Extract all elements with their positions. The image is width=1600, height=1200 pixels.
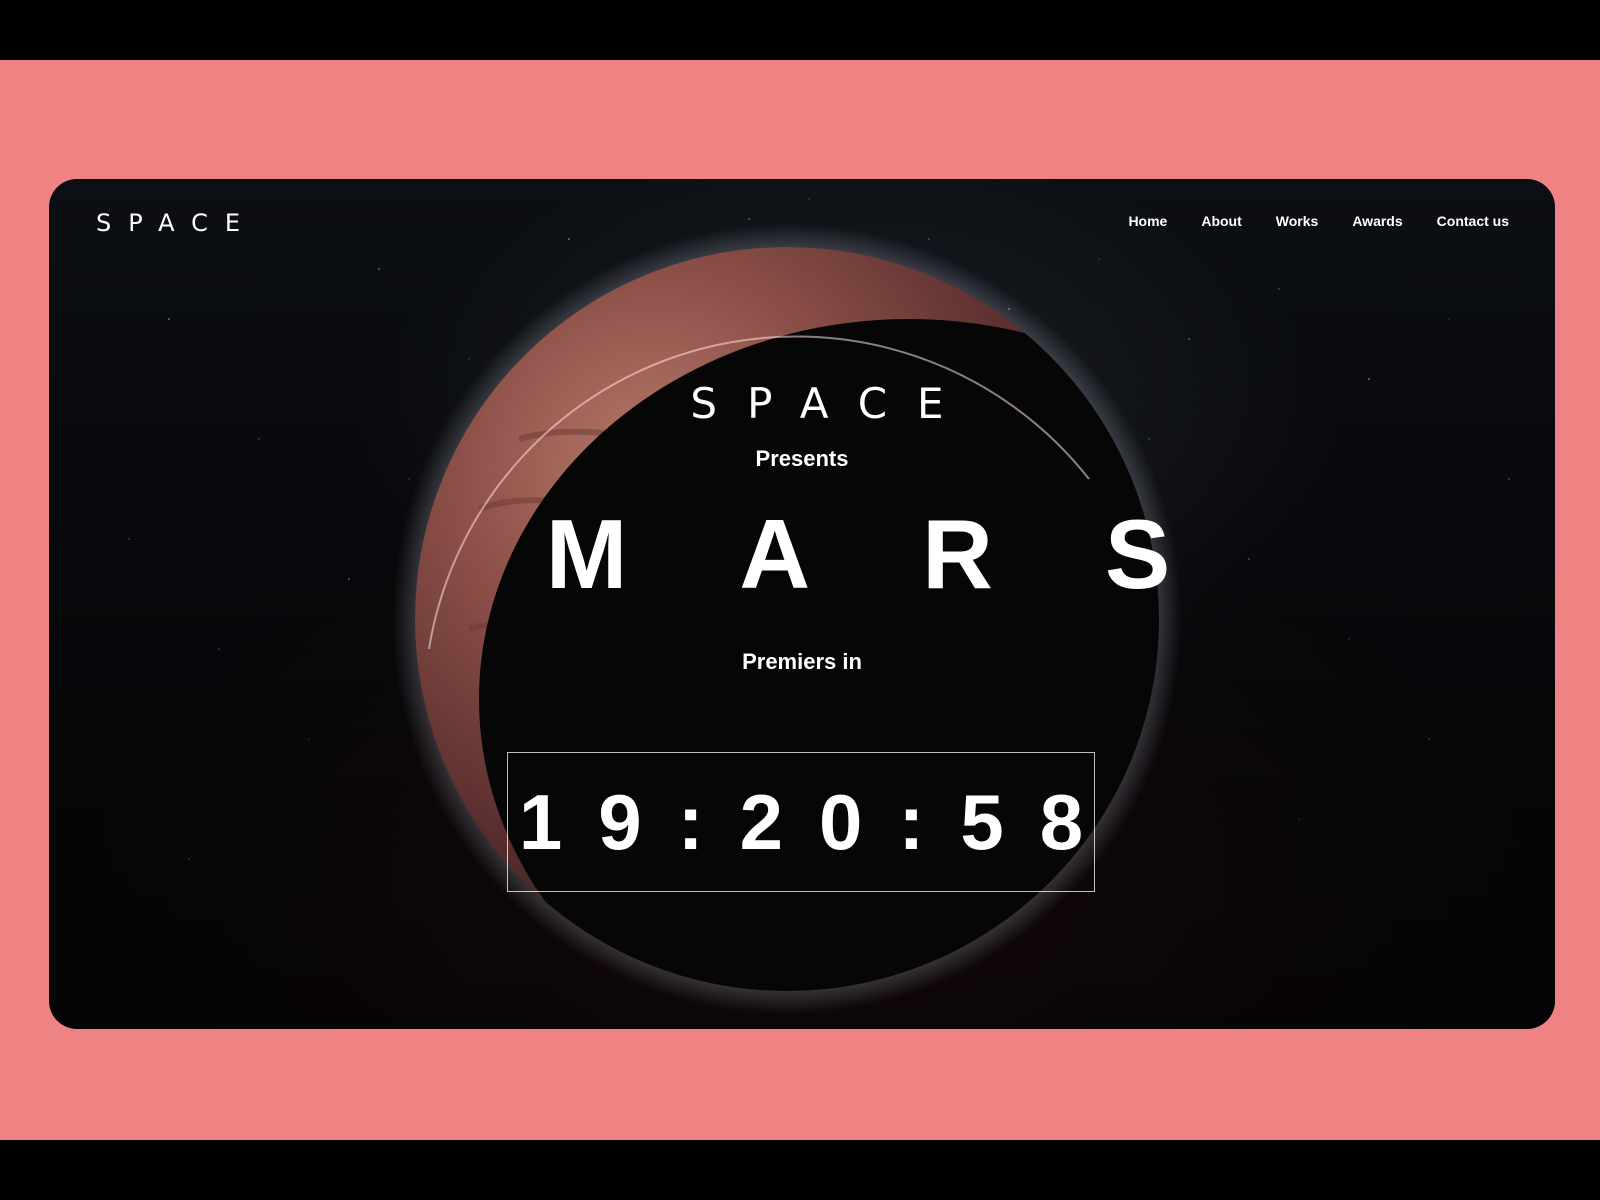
browser-window: SPACE Home About Works Awards Contact us… (49, 179, 1555, 1029)
letterbox-top (0, 0, 1600, 60)
hero-presents: Presents (755, 446, 849, 471)
nav-awards[interactable]: Awards (1352, 213, 1402, 229)
letterbox-bottom (0, 1140, 1600, 1200)
hero-premiers-label: Premiers in (742, 649, 862, 674)
nav-home[interactable]: Home (1128, 213, 1167, 229)
nav-contact-us[interactable]: Contact us (1437, 213, 1509, 229)
nav-works[interactable]: Works (1276, 213, 1319, 229)
main-nav: Home About Works Awards Contact us (1128, 213, 1509, 229)
page-backdrop: SPACE Home About Works Awards Contact us… (0, 60, 1600, 1140)
hero-brand: SPACE (690, 379, 974, 428)
countdown-box: 19:20:58 (507, 752, 1095, 892)
hero-title: MARS (545, 499, 1283, 609)
site-logo[interactable]: SPACE (96, 209, 257, 237)
nav-about[interactable]: About (1201, 213, 1241, 229)
countdown-timer: 19:20:58 (518, 778, 1120, 866)
